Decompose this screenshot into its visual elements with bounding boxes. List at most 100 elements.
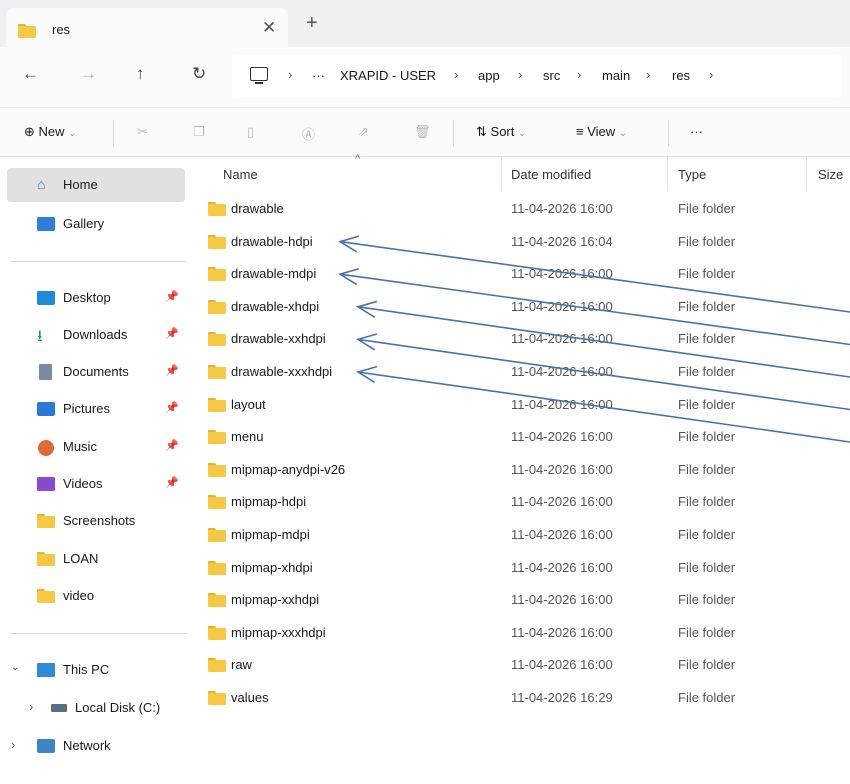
view-label: View <box>587 124 616 139</box>
paste-icon[interactable]: ▯ <box>247 124 254 140</box>
file-row[interactable]: mipmap-xxhdpi 11-04-2026 16:00 File folder <box>196 584 850 617</box>
pictures-icon <box>37 402 55 416</box>
file-name: values <box>231 690 269 705</box>
sidebar-item-pictures[interactable]: Pictures 📌 <box>7 392 185 426</box>
folder-icon <box>208 593 226 608</box>
folder-icon <box>208 365 226 379</box>
rename-icon[interactable]: Ⓐ <box>302 124 315 143</box>
file-date: 11-04-2026 16:00 <box>511 201 613 216</box>
more-crumbs-button[interactable]: ··· <box>312 68 325 83</box>
sidebar-item-label: Videos <box>63 476 103 491</box>
pin-icon[interactable]: 📌 <box>165 290 179 303</box>
sidebar-item-local-disk[interactable]: › Local Disk (C:) <box>7 691 185 725</box>
file-row[interactable]: mipmap-xhdpi 11-04-2026 16:00 File folder <box>196 552 850 585</box>
sidebar-item-this-pc[interactable]: ⌄ This PC <box>7 653 185 687</box>
pin-icon[interactable]: 📌 <box>165 364 179 377</box>
column-header-size[interactable]: Size <box>818 167 843 182</box>
file-row[interactable]: menu 11-04-2026 16:00 File folder <box>196 421 850 454</box>
file-type: File folder <box>678 657 736 673</box>
folder-icon <box>208 299 226 314</box>
pin-icon[interactable]: 📌 <box>165 439 179 452</box>
file-row[interactable]: mipmap-hdpi 11-04-2026 16:00 File folder <box>196 486 850 519</box>
file-row[interactable]: mipmap-anydpi-v26 11-04-2026 16:00 File fo… <box>196 454 850 487</box>
sort-icon: ⇅ <box>476 124 487 139</box>
column-divider[interactable] <box>806 157 807 191</box>
sidebar-item-documents[interactable]: Documents 📌 <box>7 355 185 389</box>
sort-button[interactable]: ⇅ Sort ⌄ <box>476 124 526 140</box>
new-button[interactable]: ⊕ New ⌄ <box>24 124 76 140</box>
chevron-right-icon[interactable]: › <box>11 737 15 752</box>
sidebar-item-music[interactable]: Music 📌 <box>7 430 185 464</box>
sidebar-item-downloads[interactable]: ⭳ Downloads 📌 <box>7 318 185 352</box>
sidebar-item-desktop[interactable]: Desktop 📌 <box>7 281 185 315</box>
file-row[interactable]: layout 11-04-2026 16:00 File folder <box>196 389 850 422</box>
refresh-button[interactable]: ↻ <box>192 64 206 84</box>
sidebar-item-gallery[interactable]: Gallery <box>7 207 185 241</box>
file-row[interactable]: mipmap-mdpi 11-04-2026 16:00 File folder <box>196 519 850 552</box>
column-divider[interactable] <box>501 157 502 191</box>
chevron-down-icon[interactable]: ⌄ <box>11 662 19 673</box>
chevron-right-icon: › <box>577 67 582 82</box>
close-icon[interactable]: ✕ <box>262 18 276 38</box>
file-name: drawable-mdpi <box>231 266 317 282</box>
download-icon: ⭳ <box>37 328 43 345</box>
sidebar-item-label: LOAN <box>63 551 99 566</box>
pin-icon[interactable]: 📌 <box>165 476 179 489</box>
more-options-button[interactable]: ··· <box>690 124 703 139</box>
gallery-icon <box>37 217 55 231</box>
breadcrumb-item[interactable]: src <box>543 68 560 83</box>
pin-icon[interactable]: 📌 <box>165 327 179 340</box>
file-name: drawable-hdpi <box>231 233 313 249</box>
file-type: File folder <box>678 527 736 542</box>
breadcrumb-item[interactable]: XRAPID - USER <box>340 68 436 83</box>
file-date: 11-04-2026 16:00 <box>511 266 613 282</box>
view-button[interactable]: ≡ View ⌄ <box>576 124 627 139</box>
file-row[interactable]: mipmap-xxxhdpi 11-04-2026 16:00 File folde… <box>196 617 850 650</box>
column-header-name[interactable]: Name <box>223 167 258 182</box>
file-row[interactable]: values 11-04-2026 16:29 File folder <box>196 682 850 715</box>
forward-button[interactable]: → <box>80 64 97 84</box>
file-row[interactable]: drawable-xhdpi 11-04-2026 16:00 File folde… <box>196 291 850 324</box>
sidebar-item-loan[interactable]: LOAN <box>7 542 185 576</box>
file-date: 11-04-2026 16:00 <box>511 396 613 412</box>
file-name: drawable-xhdpi <box>231 298 320 314</box>
sidebar-item-videos[interactable]: Videos 📌 <box>7 467 185 501</box>
column-header-date[interactable]: Date modified <box>511 167 591 182</box>
file-type: File folder <box>678 201 736 216</box>
file-row[interactable]: raw 11-04-2026 16:00 File folder <box>196 649 850 682</box>
delete-icon[interactable]: 🗑 <box>414 124 431 140</box>
cut-icon[interactable]: ✂ <box>137 124 148 140</box>
share-icon[interactable]: ⇗ <box>358 124 369 140</box>
file-row[interactable]: drawable-mdpi 11-04-2026 16:00 File folder <box>196 258 850 291</box>
chevron-right-icon[interactable]: › <box>29 699 33 714</box>
back-button[interactable]: ← <box>22 64 39 84</box>
sidebar-item-label: Network <box>63 738 111 753</box>
address-bar[interactable]: › ··· XRAPID - USER › app › src › main ›… <box>232 55 842 97</box>
breadcrumb-item[interactable]: app <box>478 68 500 83</box>
sidebar-item-label: Documents <box>63 364 129 379</box>
file-row[interactable]: drawable-hdpi 11-04-2026 16:04 File folder <box>196 226 850 259</box>
breadcrumb-item[interactable]: res <box>672 68 690 83</box>
tab-res[interactable]: res ✕ <box>6 8 288 47</box>
file-row[interactable]: drawable-xxhdpi 11-04-2026 16:00 File fold… <box>196 323 850 356</box>
folder-icon <box>37 552 55 566</box>
file-name: drawable-xxhdpi <box>231 331 326 347</box>
file-row[interactable]: drawable 11-04-2026 16:00 File folder <box>196 193 850 226</box>
column-divider[interactable] <box>667 157 668 191</box>
file-name: mipmap-mdpi <box>231 527 310 542</box>
copy-icon[interactable]: ❐ <box>193 124 205 140</box>
folder-icon <box>208 397 226 412</box>
sidebar-item-screenshots[interactable]: Screenshots <box>7 504 185 538</box>
file-date: 11-04-2026 16:00 <box>511 364 613 379</box>
file-date: 11-04-2026 16:00 <box>511 624 613 640</box>
new-tab-button[interactable]: + <box>306 12 318 35</box>
file-row[interactable]: drawable-xxxhdpi 11-04-2026 16:00 File fol… <box>196 356 850 389</box>
sidebar-item-video[interactable]: video <box>7 579 185 613</box>
sidebar-item-network[interactable]: › Network <box>7 729 185 763</box>
pin-icon[interactable]: 📌 <box>165 401 179 414</box>
sidebar-item-home[interactable]: ⌂ Home <box>7 168 185 202</box>
column-header-type[interactable]: Type <box>678 167 706 182</box>
up-button[interactable]: ↑ <box>136 64 145 84</box>
file-name: drawable <box>231 201 284 216</box>
breadcrumb-item[interactable]: main <box>602 68 630 83</box>
